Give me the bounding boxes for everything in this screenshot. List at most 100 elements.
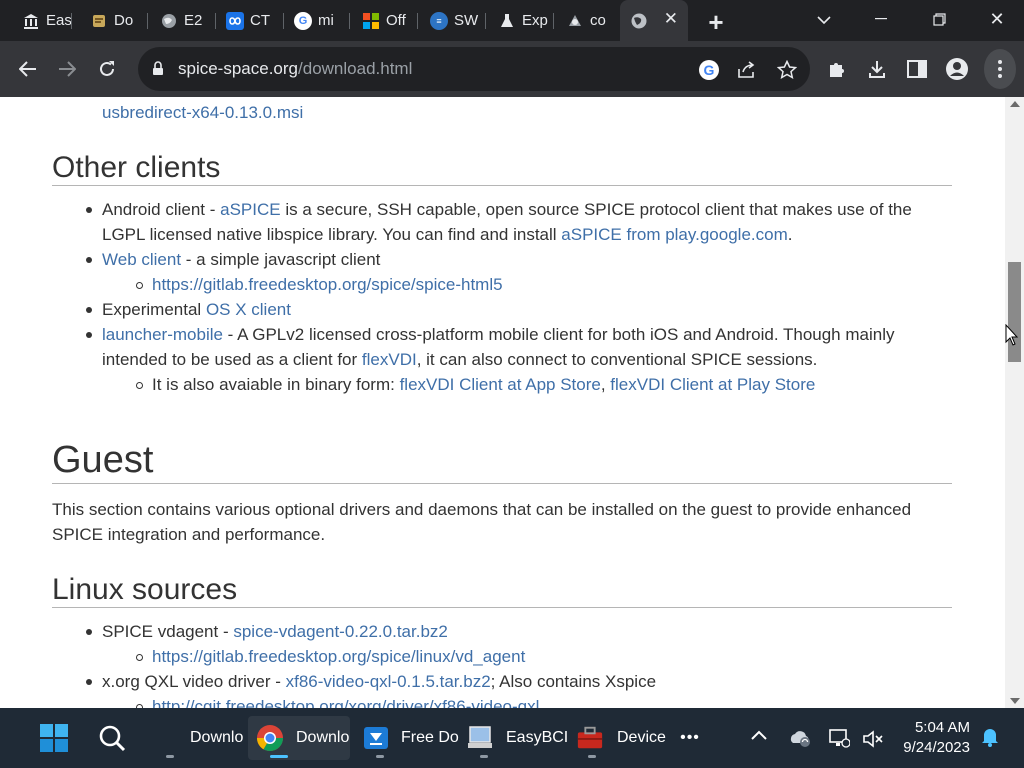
qxl-tarball-link[interactable]: xf86-video-qxl-0.1.5.tar.bz2	[286, 672, 491, 691]
free-download-icon	[362, 724, 390, 752]
reload-button[interactable]	[93, 55, 121, 83]
flexvdi-play-store-link[interactable]: flexVDI Client at Play Store	[610, 375, 815, 394]
scroll-down-arrow-icon[interactable]	[1010, 698, 1020, 704]
vdagent-item: SPICE vdagent - spice-vdagent-0.22.0.tar…	[102, 622, 448, 641]
browser-tab[interactable]: G mi	[286, 6, 350, 35]
menu-kebab-icon[interactable]	[984, 49, 1016, 89]
qxl-cgit-link[interactable]: http://cgit.freedesktop.org/xorg/driver/…	[152, 697, 539, 708]
flexvdi-link[interactable]: flexVDI	[362, 350, 417, 369]
spice-html5-gitlab-link[interactable]: https://gitlab.freedesktop.org/spice/spi…	[152, 275, 503, 294]
usbredirect-download-link[interactable]: usbredirect-x64-0.13.0.msi	[102, 103, 303, 123]
android-client-item-line2: LGPL licensed native libspice library. Y…	[102, 225, 793, 244]
tab-title: Exp	[522, 12, 548, 29]
aspice-link[interactable]: aSPICE	[220, 200, 280, 219]
browser-tab[interactable]: Eas	[14, 6, 72, 35]
list-bullet	[86, 257, 92, 263]
browser-tab[interactable]: Do	[82, 6, 148, 35]
browser-tab[interactable]: Exp	[490, 6, 554, 35]
osx-client-link[interactable]: OS X client	[206, 300, 291, 319]
flask-icon	[498, 12, 516, 30]
lock-icon[interactable]	[152, 61, 164, 81]
restore-button[interactable]	[916, 6, 962, 32]
browser-tab[interactable]: CT	[218, 6, 284, 35]
web-client-link[interactable]: Web client	[102, 250, 181, 269]
list-bullet	[86, 332, 92, 338]
web-client-item: Web client - a simple javascript client	[102, 250, 381, 269]
network-icon[interactable]	[828, 728, 851, 753]
list-bullet	[86, 679, 92, 685]
tab-strip: Eas Do E2 CT G mi Off ≡ SW Exp co ✕ + ✕	[0, 0, 1024, 41]
browser-tab[interactable]: co	[558, 6, 622, 35]
forward-button[interactable]	[53, 55, 81, 83]
notification-bell-icon[interactable]	[980, 726, 1000, 753]
taskbar-app-label: Device	[617, 729, 666, 746]
new-tab-button[interactable]: +	[702, 7, 730, 37]
close-tab-icon[interactable]: ✕	[664, 9, 678, 29]
url-text[interactable]: spice-space.org/download.html	[178, 59, 412, 79]
taskbar-app[interactable]: Free Do	[354, 716, 459, 760]
list-bullet	[86, 207, 92, 213]
easybcd-icon	[466, 724, 494, 752]
taskbar-overflow-button[interactable]: •••	[672, 716, 708, 760]
globe-icon	[160, 12, 178, 30]
browser-tab[interactable]: ≡ SW	[422, 6, 486, 35]
browser-tab[interactable]: E2	[152, 6, 216, 35]
onedrive-sync-icon[interactable]	[788, 728, 812, 753]
minimize-button[interactable]	[858, 6, 904, 32]
extensions-puzzle-icon[interactable]	[823, 55, 851, 83]
close-window-button[interactable]: ✕	[974, 6, 1020, 32]
taskbar-app-chrome[interactable]: Downlo	[248, 716, 350, 760]
tab-title: CT	[250, 12, 270, 29]
section-divider	[52, 483, 952, 484]
android-client-item: Android client - aSPICE is a secure, SSH…	[102, 200, 912, 219]
vdagent-gitlab-link[interactable]: https://gitlab.freedesktop.org/spice/lin…	[152, 647, 525, 666]
qxl-driver-sub-item: http://cgit.freedesktop.org/xorg/driver/…	[152, 697, 539, 708]
chrome-icon	[256, 724, 284, 752]
back-button[interactable]	[14, 55, 42, 83]
chevron-down-icon[interactable]	[810, 8, 838, 32]
active-browser-tab[interactable]: ✕	[620, 0, 688, 41]
launcher-mobile-item: launcher-mobile - A GPLv2 licensed cross…	[102, 325, 895, 344]
tab-title: E2	[184, 12, 203, 29]
show-hidden-icons-chevron-icon[interactable]	[750, 728, 768, 746]
flexvdi-app-store-link[interactable]: flexVDI Client at App Store	[400, 375, 601, 394]
search-icon	[99, 725, 126, 752]
google-lens-icon[interactable]: G	[698, 59, 720, 81]
taskbar-app[interactable]: Device	[570, 716, 666, 760]
scroll-up-arrow-icon[interactable]	[1010, 101, 1020, 107]
side-panel-icon[interactable]	[903, 55, 931, 83]
osx-client-item: Experimental OS X client	[102, 300, 291, 319]
linux-sources-heading: Linux sources	[52, 573, 238, 606]
search-button[interactable]	[90, 716, 134, 760]
mouse-cursor-icon	[1005, 323, 1019, 351]
share-icon[interactable]	[736, 59, 758, 81]
vdagent-sub-item: https://gitlab.freedesktop.org/spice/lin…	[152, 647, 525, 667]
tab-title: mi	[318, 12, 334, 29]
profile-avatar-icon[interactable]	[943, 55, 971, 83]
volume-muted-icon[interactable]	[862, 729, 884, 754]
system-clock[interactable]: 5:04 AM 9/24/2023	[903, 718, 970, 758]
taskbar-app[interactable]: EasyBCI	[462, 716, 568, 760]
section-divider	[52, 607, 952, 608]
start-button[interactable]	[32, 716, 76, 760]
section-divider	[52, 185, 952, 186]
vdagent-tarball-link[interactable]: spice-vdagent-0.22.0.tar.bz2	[233, 622, 448, 641]
browser-toolbar: spice-space.org/download.html G	[0, 41, 1024, 97]
windows-taskbar: Downlo Downlo Free Do EasyBCI Device •••	[0, 708, 1024, 768]
download-icon[interactable]	[863, 55, 891, 83]
sub-list-bullet	[136, 654, 143, 661]
launcher-binary-sub-item: It is also avaiable in binary form: flex…	[152, 375, 816, 394]
address-bar[interactable]: spice-space.org/download.html G	[138, 47, 810, 91]
tab-title: Do	[114, 12, 134, 29]
taskbar-app[interactable]: Downlo	[150, 716, 246, 760]
bookmark-star-icon[interactable]	[776, 59, 798, 81]
browser-tab[interactable]: Off	[354, 6, 418, 35]
qxl-driver-item: x.org QXL video driver - xf86-video-qxl-…	[102, 672, 657, 691]
taskbar-app-label: Downlo	[296, 729, 350, 746]
launcher-mobile-link[interactable]: launcher-mobile	[102, 325, 223, 344]
guest-heading: Guest	[52, 439, 154, 481]
aspice-play-store-link[interactable]: aSPICE from play.google.com	[561, 225, 787, 244]
vertical-scrollbar[interactable]	[1005, 97, 1024, 708]
taskbar-app-label: Downlo	[190, 729, 244, 746]
url-host: spice-space.org	[178, 59, 299, 78]
